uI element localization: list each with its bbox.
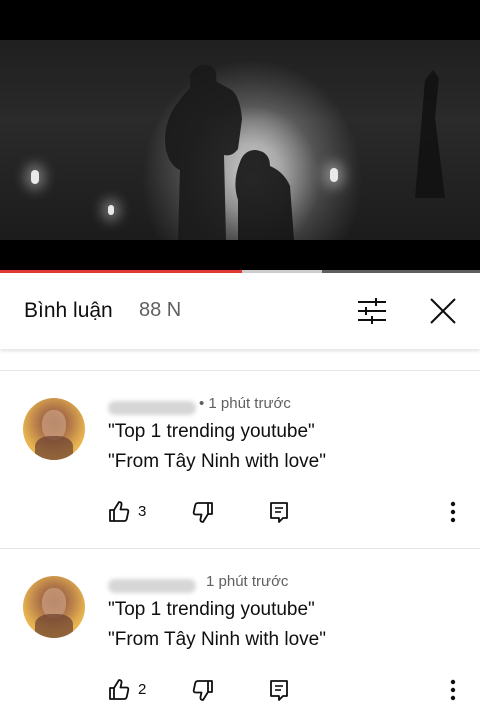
like-button[interactable] bbox=[106, 499, 132, 525]
sort-filter-button[interactable] bbox=[354, 295, 390, 327]
comment-time: 1 phút trước bbox=[206, 573, 289, 590]
more-options-button[interactable] bbox=[443, 677, 463, 703]
comment-text-line: "From Tây Ninh with love" bbox=[108, 629, 326, 650]
reply-button[interactable] bbox=[266, 677, 292, 703]
comment-reply-icon bbox=[270, 680, 288, 701]
author-name-blurred[interactable] bbox=[108, 579, 196, 593]
video-player[interactable] bbox=[0, 0, 480, 273]
comment-reply-icon bbox=[270, 502, 288, 523]
comment-text-line: "Top 1 trending youtube" bbox=[108, 599, 315, 620]
dislike-button[interactable] bbox=[190, 677, 216, 703]
performer-silhouettes bbox=[165, 64, 445, 240]
avatar[interactable] bbox=[23, 398, 85, 460]
thumb-down-icon bbox=[192, 502, 213, 523]
comments-title: Bình luận bbox=[24, 299, 113, 322]
comment-text-line: "Top 1 trending youtube" bbox=[108, 421, 315, 442]
comment-time: • 1 phút trước bbox=[199, 395, 291, 412]
comment-text-line: "From Tây Ninh with love" bbox=[108, 451, 326, 472]
like-count: 2 bbox=[138, 681, 147, 698]
more-vert-icon bbox=[450, 679, 456, 701]
like-count: 3 bbox=[138, 503, 147, 520]
close-button[interactable] bbox=[425, 293, 461, 329]
thumb-up-icon bbox=[109, 679, 130, 700]
comment-item: • 1 phút trước "Top 1 trending youtube" … bbox=[0, 371, 480, 547]
dislike-button[interactable] bbox=[190, 499, 216, 525]
video-frame bbox=[0, 40, 480, 240]
author-name-blurred[interactable] bbox=[108, 401, 196, 415]
more-options-button[interactable] bbox=[443, 499, 463, 525]
thumb-down-icon bbox=[192, 680, 213, 701]
comments-header: Bình luận 88 N bbox=[0, 273, 480, 349]
thumb-up-icon bbox=[109, 501, 130, 522]
sliders-icon bbox=[358, 298, 386, 324]
comment-item: 1 phút trước "Top 1 trending youtube" "F… bbox=[0, 549, 480, 725]
more-vert-icon bbox=[450, 501, 456, 523]
close-icon bbox=[430, 298, 456, 324]
comments-count: 88 N bbox=[139, 299, 182, 321]
reply-button[interactable] bbox=[266, 499, 292, 525]
avatar[interactable] bbox=[23, 576, 85, 638]
like-button[interactable] bbox=[106, 677, 132, 703]
